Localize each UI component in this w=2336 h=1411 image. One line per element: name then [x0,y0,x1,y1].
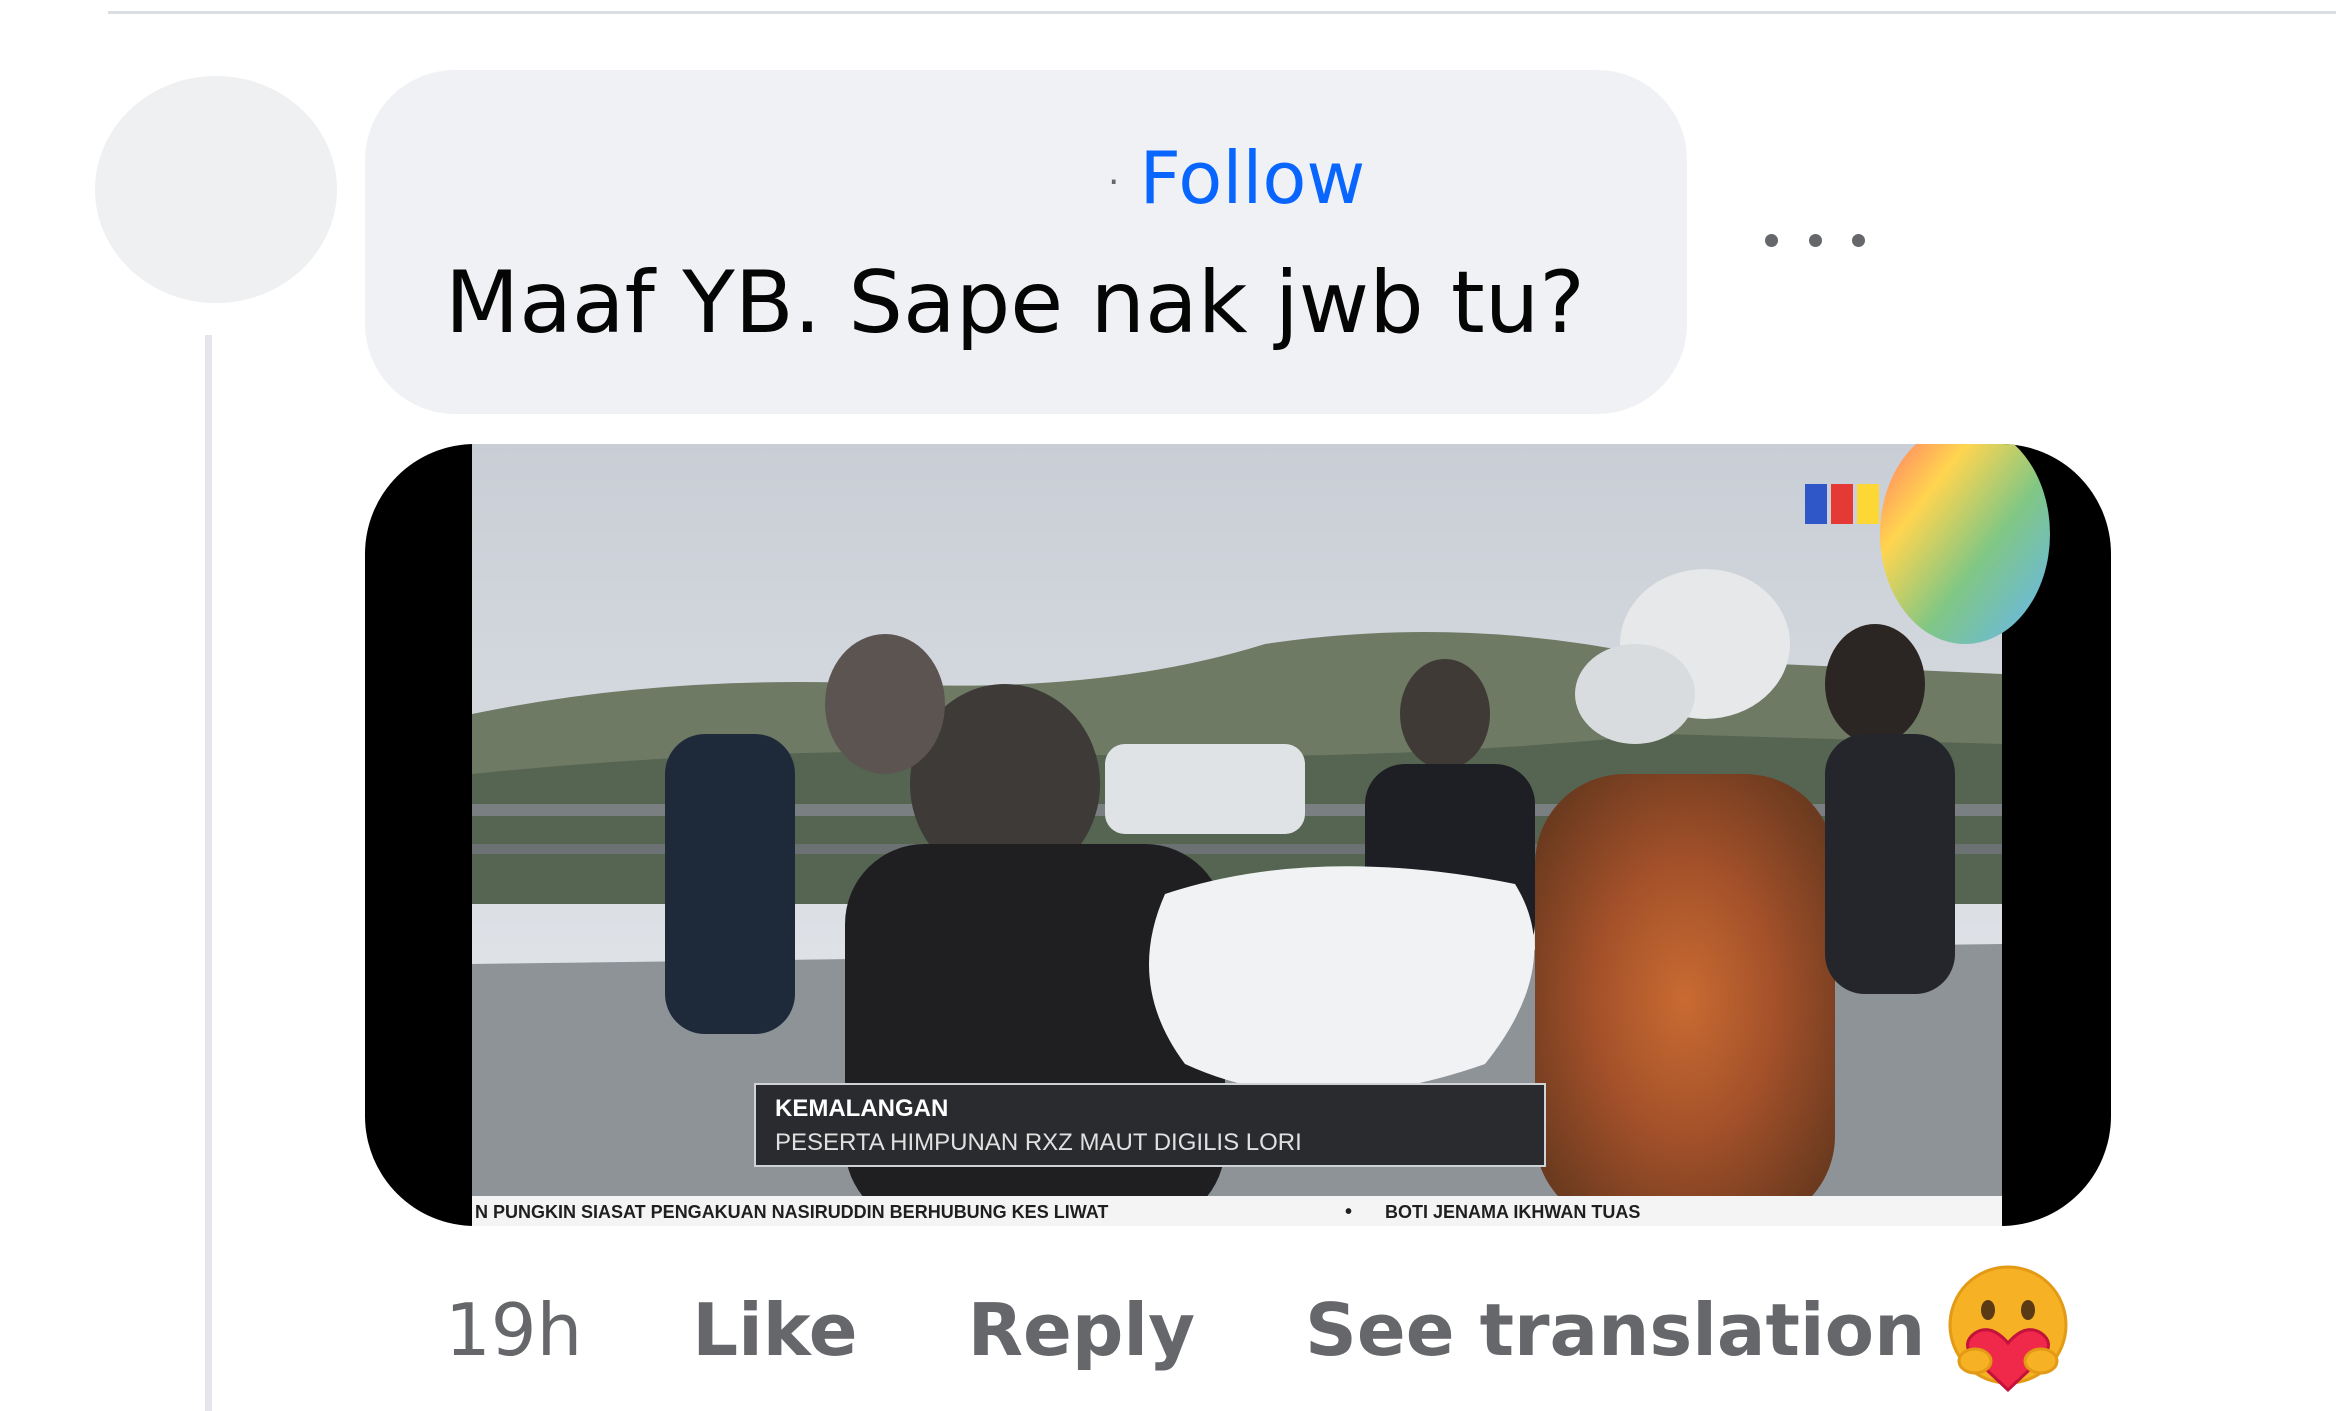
tv3-logo-icon [1805,484,1879,524]
news-video-still-image: KEMALANGAN PESERTA HIMPUNAN RXZ MAUT DIG… [472,444,2050,1226]
author-line: · Follow [1108,130,1365,226]
dot [1765,233,1778,247]
timestamp[interactable]: 19h [445,1288,582,1372]
dot [1808,233,1822,247]
dot [1852,233,1865,247]
dot-separator: · [1108,161,1120,203]
like-button[interactable]: Like [692,1288,857,1372]
avatar[interactable] [95,76,337,303]
ticker-bullet: • [1345,1201,1352,1223]
thread-connector-line [205,335,212,1411]
care-reaction-icon[interactable] [1943,1265,2073,1395]
reply-button[interactable]: Reply [968,1288,1195,1372]
follow-link[interactable]: Follow [1139,136,1365,220]
comment-thread: · Follow Maaf YB. Sape nak jwb tu? KEMAL… [0,0,2336,1411]
more-options-icon[interactable] [1765,220,1865,260]
comment-text: Maaf YB. Sape nak jwb tu? [445,253,1585,353]
comment-actions: 19h Like Reply See translation [445,1280,1925,1380]
ticker-left: N PUNGKIN SIASAT PENGAKUAN NASIRUDDIN BE… [475,1202,1108,1222]
comment-bubble [365,70,1687,414]
ticker-right: BOTI JENAMA IKHWAN TUAS [1385,1202,1640,1222]
headline-label: KEMALANGAN [775,1095,948,1122]
see-translation-button[interactable]: See translation [1305,1288,1925,1372]
headline-text: PESERTA HIMPUNAN RXZ MAUT DIGILIS LORI [775,1129,1302,1156]
divider [108,11,2336,14]
comment-media-attachment[interactable]: KEMALANGAN PESERTA HIMPUNAN RXZ MAUT DIG… [365,444,2111,1226]
